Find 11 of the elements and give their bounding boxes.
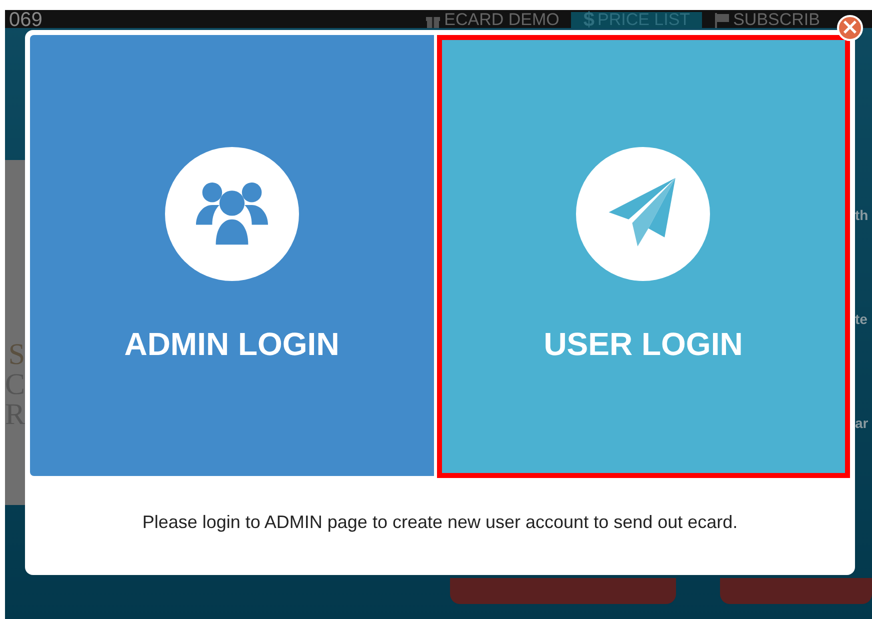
- flag-icon: [714, 12, 730, 28]
- login-tile[interactable]: ADMIN LOGIN: [30, 35, 434, 476]
- dollar-icon: $: [583, 12, 594, 28]
- nav-link[interactable]: SUBSCRIB: [702, 12, 832, 28]
- site-number: 069: [9, 12, 42, 28]
- login-tile[interactable]: USER LOGIN: [436, 35, 850, 478]
- background-text: th: [855, 206, 870, 225]
- info-message: Please login to ADMIN page to create new user account to send out ecard.: [141, 512, 739, 533]
- background-text: te: [855, 310, 868, 329]
- nav-link[interactable]: ECARD DEMO: [413, 12, 572, 28]
- background-text: ar: [855, 414, 870, 433]
